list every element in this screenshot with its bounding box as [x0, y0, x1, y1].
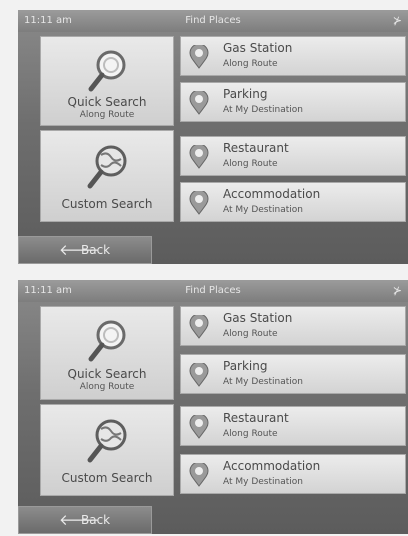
gas-pin-icon: [189, 315, 209, 339]
status-bar: 11:11 am Find Places ⊁: [18, 280, 408, 302]
poi-restaurant[interactable]: Restaurant Along Route: [180, 406, 406, 446]
poi-gas-station[interactable]: Gas Station Along Route: [180, 36, 406, 76]
poi-sub: Along Route: [223, 329, 278, 339]
magnifier-icon: [88, 50, 126, 92]
poi-sub: Along Route: [223, 429, 278, 439]
back-label: Back: [81, 243, 111, 257]
poi-gas-station[interactable]: Gas Station Along Route: [180, 306, 406, 346]
custom-search-label: Custom Search: [61, 197, 153, 211]
back-button[interactable]: 🡐 Back: [18, 236, 152, 264]
accommodation-pin-icon: [189, 463, 209, 487]
poi-accommodation[interactable]: Accommodation At My Destination: [180, 182, 406, 222]
custom-search-button[interactable]: Custom Search: [40, 130, 174, 222]
custom-search-label: Custom Search: [61, 471, 153, 485]
poi-sub: At My Destination: [223, 477, 303, 487]
poi-sub: At My Destination: [223, 105, 303, 115]
quick-search-sub: Along Route: [79, 110, 135, 120]
accommodation-pin-icon: [189, 191, 209, 215]
poi-name: Accommodation: [223, 187, 321, 201]
quick-search-sub: Along Route: [79, 382, 135, 392]
signal-icon: ⊁: [392, 284, 402, 297]
status-bar: 11:11 am Find Places ⊁: [18, 10, 408, 32]
poi-parking[interactable]: Parking At My Destination: [180, 82, 406, 122]
poi-name: Restaurant: [223, 411, 289, 425]
back-label: Back: [81, 513, 111, 527]
signal-icon: ⊁: [392, 14, 402, 27]
poi-sub: At My Destination: [223, 205, 303, 215]
poi-name: Parking: [223, 87, 268, 101]
quick-search-button[interactable]: Quick Search Along Route: [40, 306, 174, 400]
gas-pin-icon: [189, 45, 209, 69]
restaurant-pin-icon: [189, 415, 209, 439]
quick-search-label: Quick Search: [67, 95, 147, 109]
poi-name: Parking: [223, 359, 268, 373]
poi-name: Gas Station: [223, 41, 293, 55]
find-places-screen-2: 11:11 am Find Places ⊁ Quick Search Alon…: [18, 280, 408, 534]
poi-accommodation[interactable]: Accommodation At My Destination: [180, 454, 406, 494]
find-places-screen-1: 11:11 am Find Places ⊁ Quick Search Alon…: [18, 10, 408, 264]
custom-search-button[interactable]: Custom Search: [40, 404, 174, 496]
poi-name: Accommodation: [223, 459, 321, 473]
poi-name: Gas Station: [223, 311, 293, 325]
quick-search-label: Quick Search: [67, 367, 147, 381]
restaurant-pin-icon: [189, 145, 209, 169]
screen-title: Find Places: [185, 15, 241, 26]
poi-sub: Along Route: [223, 159, 278, 169]
poi-name: Restaurant: [223, 141, 289, 155]
parking-pin-icon: [189, 91, 209, 115]
back-button[interactable]: 🡐 Back: [18, 506, 152, 534]
poi-sub: At My Destination: [223, 377, 303, 387]
globe-magnifier-icon: [87, 419, 127, 463]
screen-title: Find Places: [185, 285, 241, 296]
globe-magnifier-icon: [87, 145, 127, 189]
poi-sub: Along Route: [223, 59, 278, 69]
magnifier-icon: [88, 320, 126, 362]
poi-parking[interactable]: Parking At My Destination: [180, 354, 406, 394]
parking-pin-icon: [189, 363, 209, 387]
quick-search-button[interactable]: Quick Search Along Route: [40, 36, 174, 126]
poi-restaurant[interactable]: Restaurant Along Route: [180, 136, 406, 176]
